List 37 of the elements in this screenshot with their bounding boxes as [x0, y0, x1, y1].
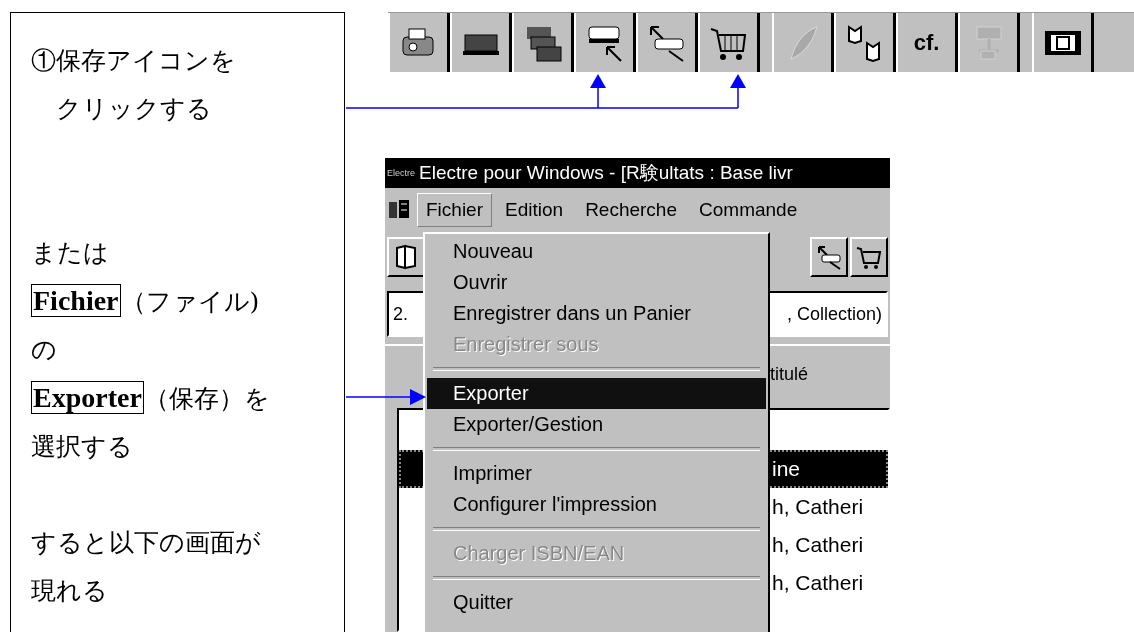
menu-item[interactable]: Nouveau — [427, 236, 766, 268]
instruction-text: 現れる — [31, 575, 109, 607]
menu-bar-item[interactable]: Recherche — [576, 193, 686, 228]
app-logo: Electre — [387, 168, 415, 179]
column-header[interactable]: titulé — [770, 363, 809, 385]
menu-item[interactable]: Quitter — [427, 587, 766, 619]
instruction-text: Fichier（ファイル) — [31, 283, 261, 319]
cf-button[interactable]: cf. — [896, 13, 958, 73]
toolbar-button[interactable] — [636, 13, 698, 73]
menu-item[interactable]: Imprimer — [427, 458, 766, 490]
instruction-text: すると以下の画面が — [31, 527, 262, 559]
cursor-drive-icon — [816, 244, 842, 271]
menu-bar-item[interactable]: Fichier — [417, 193, 492, 228]
menu-bar-item[interactable]: Edition — [496, 193, 573, 228]
instruction-text: ①保存アイコンを — [31, 45, 237, 77]
field-value: , Collection) — [786, 303, 882, 325]
instruction-text: Exporter（保存）を — [31, 380, 271, 416]
cart-icon — [856, 244, 882, 271]
menu-item[interactable]: Exporter — [427, 378, 766, 410]
menu-item[interactable]: Configurer l'impression — [427, 489, 766, 521]
menu-bar-item[interactable]: Commande — [690, 193, 807, 228]
window-title: Electre pour Windows - [R験ultats : Base livr — [419, 161, 793, 186]
menu-item[interactable]: Ouvrir — [427, 267, 766, 299]
instruction-text: または — [31, 237, 110, 269]
toolbar-button[interactable] — [388, 13, 450, 73]
instruction-text: クリックする — [55, 93, 213, 125]
instruction-text: 選択する — [31, 431, 134, 463]
instruction-text: の — [31, 334, 58, 366]
menu-item[interactable]: Exporter/Gestion — [427, 409, 766, 441]
field-value: 2. — [393, 303, 408, 325]
toolbar-button[interactable] — [834, 13, 896, 73]
toolbar-button[interactable] — [450, 13, 512, 73]
toolbar-button[interactable] — [1032, 13, 1094, 73]
toolbar-button[interactable] — [512, 13, 574, 73]
toolbar-button[interactable] — [698, 13, 760, 73]
toolbar-button[interactable] — [574, 13, 636, 73]
menu-item[interactable]: Enregistrer dans un Panier — [427, 298, 766, 330]
